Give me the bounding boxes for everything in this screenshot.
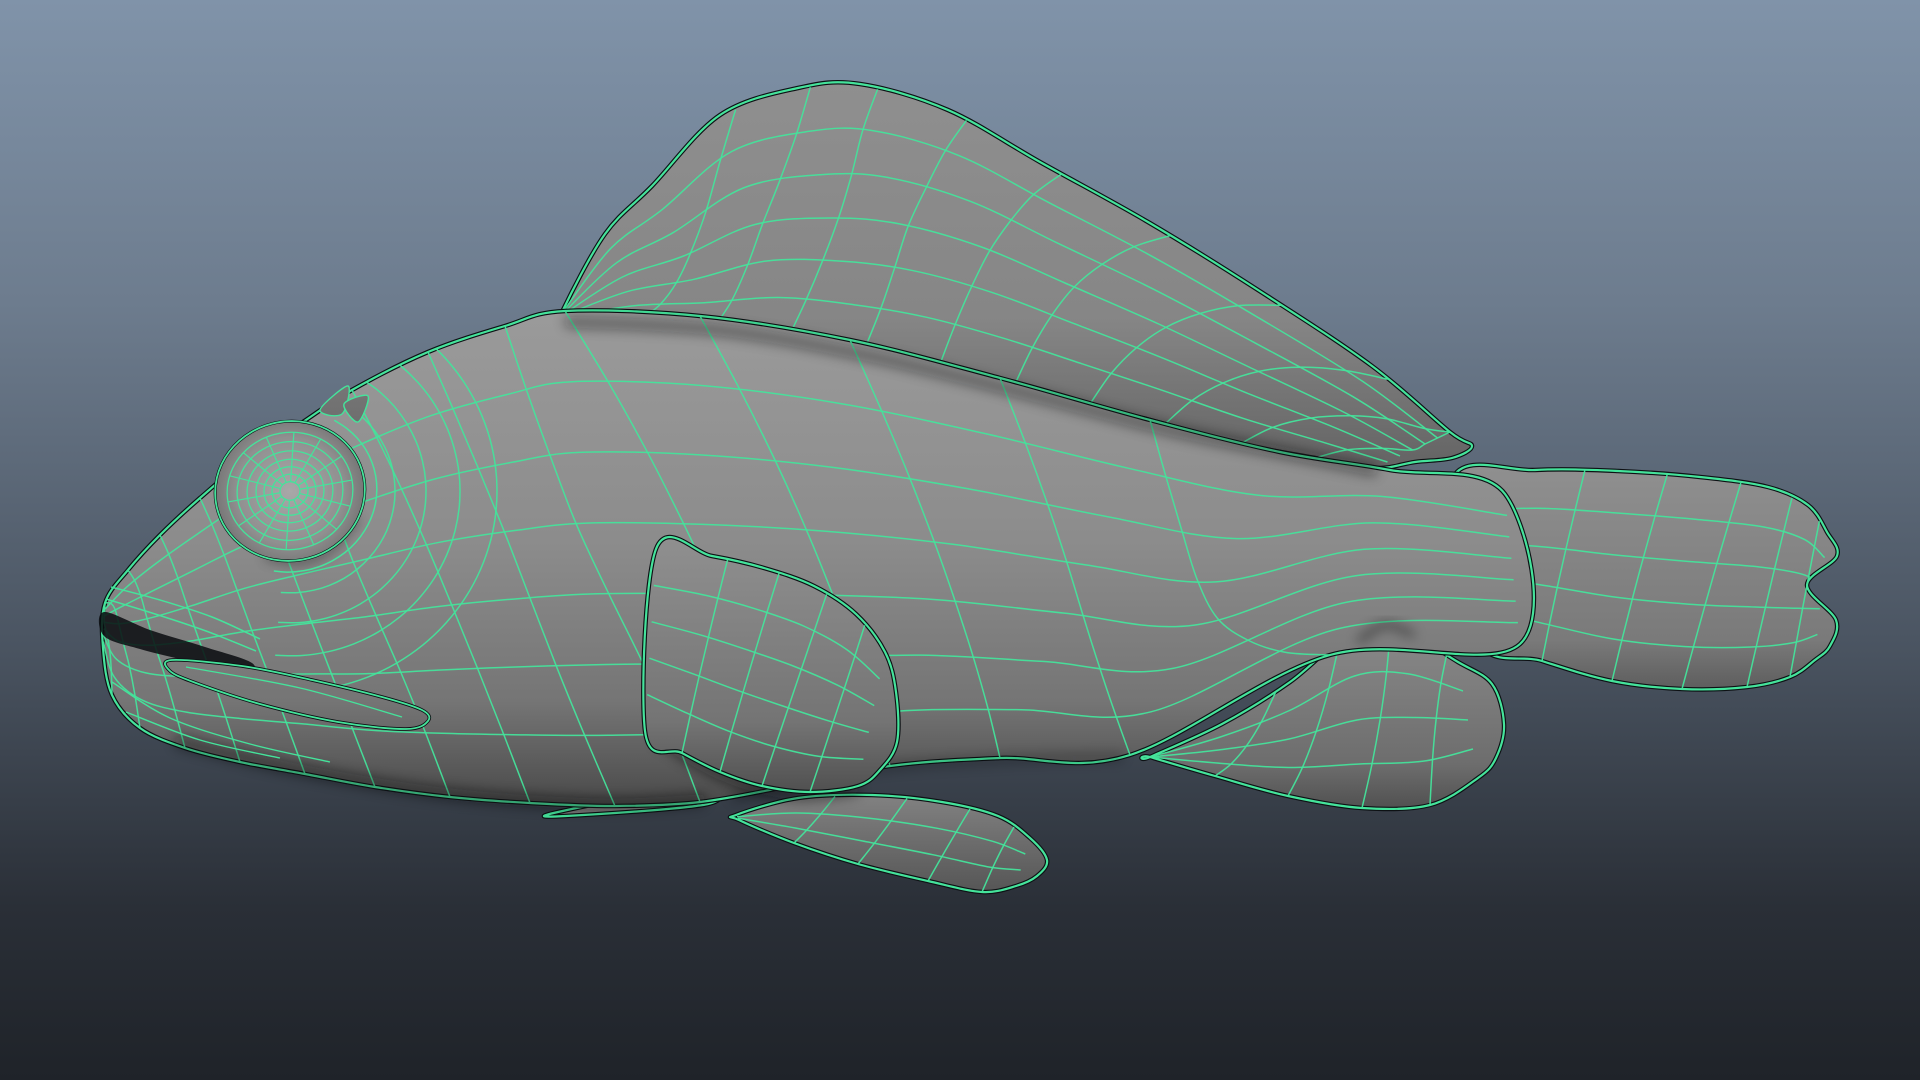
viewport-canvas[interactable] [0,0,1920,1080]
pelvic-fin[interactable] [727,792,1050,895]
3d-viewport[interactable] [0,0,1920,1080]
